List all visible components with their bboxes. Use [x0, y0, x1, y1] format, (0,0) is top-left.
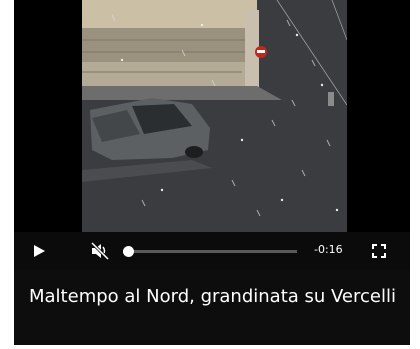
mute-button[interactable] — [88, 240, 112, 262]
seek-bar[interactable] — [123, 246, 297, 257]
fullscreen-icon — [372, 244, 386, 258]
time-remaining: -0:16 — [314, 243, 343, 256]
volume-muted-icon — [90, 242, 110, 260]
player-controls: -0:16 — [14, 232, 410, 270]
seek-handle[interactable] — [123, 246, 135, 257]
play-icon — [34, 245, 45, 257]
play-button[interactable] — [28, 240, 50, 262]
fullscreen-button[interactable] — [369, 241, 389, 261]
street-scene-illustration — [82, 0, 347, 232]
article-title[interactable]: Maltempo al Nord, grandinata su Vercelli — [29, 285, 401, 309]
video-frame-image[interactable] — [82, 0, 347, 232]
video-player[interactable]: -0:16 — [14, 0, 410, 270]
video-card: -0:16 Maltempo al Nord, grandinata su Ve… — [14, 0, 410, 345]
